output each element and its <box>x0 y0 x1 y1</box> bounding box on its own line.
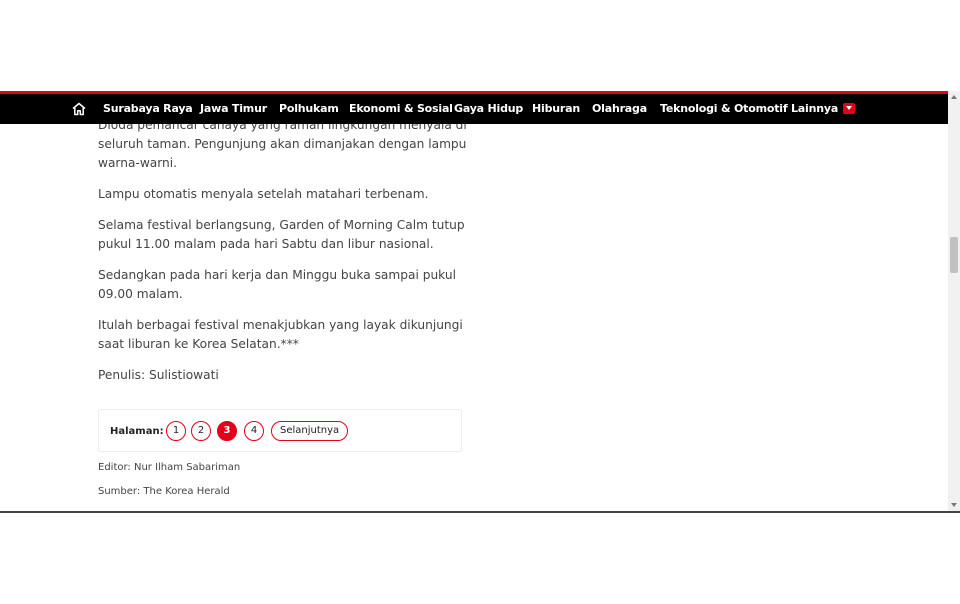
viewport-bottom-border <box>0 511 960 513</box>
nav-item-ekonomi-sosial[interactable]: Ekonomi & Sosial <box>349 102 453 115</box>
page-button-1[interactable]: 1 <box>166 421 186 441</box>
pagination-label: Halaman: <box>110 426 164 437</box>
article-paragraph: Dioda pemancar cahaya yang ramah lingkun… <box>98 124 467 170</box>
page-scrollbar[interactable] <box>948 91 960 511</box>
scroll-down-icon[interactable] <box>951 503 957 507</box>
page-button-2[interactable]: 2 <box>191 421 211 441</box>
scrollbar-thumb[interactable] <box>950 237 958 273</box>
nav-more-label: Lainnya <box>791 102 839 115</box>
next-page-button[interactable]: Selanjutnya <box>271 421 349 441</box>
nav-item-surabaya-raya[interactable]: Surabaya Raya <box>103 102 193 115</box>
article-content-area: Dioda pemancar cahaya yang ramah lingkun… <box>0 124 948 511</box>
pagination: Halaman: 1 2 3 4 Selanjutnya <box>98 409 462 452</box>
nav-item-jawa-timur[interactable]: Jawa Timur <box>200 102 267 115</box>
nav-item-hiburan[interactable]: Hiburan <box>532 102 580 115</box>
nav-item-lainnya[interactable]: Lainnya <box>791 102 856 115</box>
scroll-up-icon[interactable] <box>951 95 957 99</box>
article-paragraph: Sedangkan pada hari kerja dan Minggu buk… <box>98 268 456 301</box>
article-paragraph: Itulah berbagai festival menakjubkan yan… <box>98 318 463 351</box>
nav-item-polhukam[interactable]: Polhukam <box>279 102 339 115</box>
nav-item-teknologi-otomotif[interactable]: Teknologi & Otomotif <box>660 102 788 115</box>
article-paragraph: Lampu otomatis menyala setelah matahari … <box>98 187 429 201</box>
main-navbar: Surabaya Raya Jawa Timur Polhukam Ekonom… <box>0 91 948 124</box>
caret-down-icon <box>843 102 856 114</box>
article-body: Dioda pemancar cahaya yang ramah lingkun… <box>98 124 470 397</box>
nav-item-gaya-hidup[interactable]: Gaya Hidup <box>454 102 523 115</box>
page-button-4[interactable]: 4 <box>244 421 264 441</box>
nav-item-olahraga[interactable]: Olahraga <box>592 102 647 115</box>
article-editor: Editor: Nur Ilham Sabariman <box>98 462 241 473</box>
article-source: Sumber: The Korea Herald <box>98 486 230 497</box>
page-button-3[interactable]: 3 <box>217 421 237 441</box>
article-paragraph: Selama festival berlangsung, Garden of M… <box>98 218 465 251</box>
home-icon[interactable] <box>71 101 87 117</box>
article-author: Penulis: Sulistiowati <box>98 368 219 382</box>
